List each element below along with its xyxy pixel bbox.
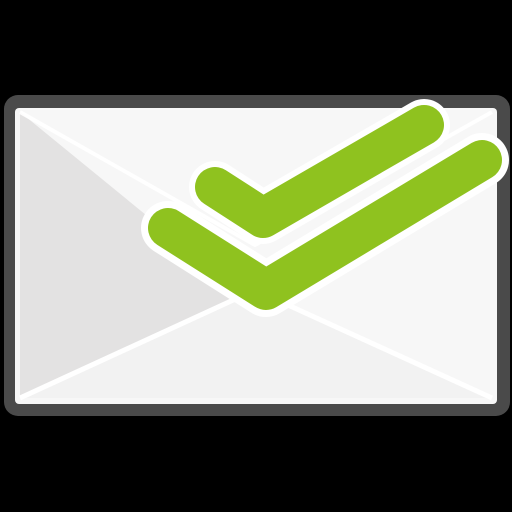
mail-double-check-icon — [0, 0, 512, 512]
envelope-check-graphic — [4, 95, 510, 416]
